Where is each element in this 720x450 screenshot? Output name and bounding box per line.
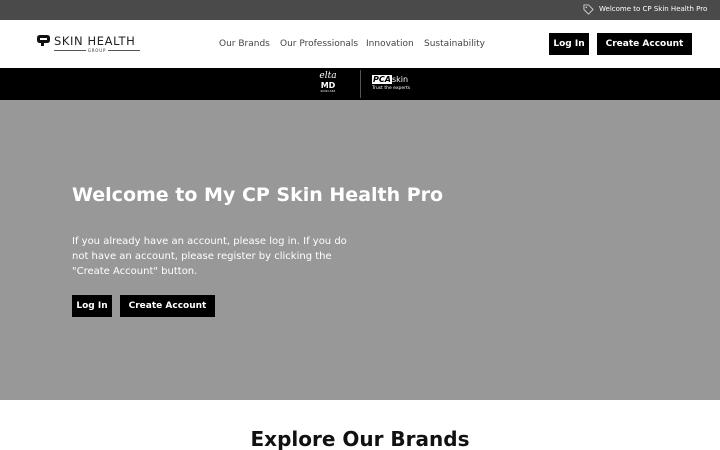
- explore-brands-heading: Explore Our Brands: [250, 427, 470, 450]
- logo-mark-icon: [37, 35, 50, 46]
- pca-skin-word: skin: [391, 75, 409, 84]
- brand-divider: [360, 70, 361, 98]
- nav-sustainability[interactable]: Sustainability: [424, 39, 485, 49]
- pca-skin-logo[interactable]: PCAskin Trust the experts: [372, 75, 416, 95]
- eltamd-logo-top: elta: [319, 71, 337, 81]
- top-announcement-bar: Welcome to CP Skin Health Pro: [0, 0, 720, 20]
- eltamd-logo[interactable]: elta MD SKINCARE: [316, 72, 340, 96]
- nav-our-professionals[interactable]: Our Professionals: [280, 39, 358, 49]
- brand-logo-bar: elta MD SKINCARE PCAskin Trust the exper…: [0, 68, 720, 100]
- skin-health-group-logo[interactable]: SKIN HEALTH GROUP: [36, 34, 146, 56]
- logo-text: SKIN HEALTH: [54, 34, 136, 48]
- header-create-account-button[interactable]: Create Account: [597, 33, 692, 55]
- welcome-text: Welcome to CP Skin Health Pro: [599, 5, 708, 13]
- site-header: SKIN HEALTH GROUP Our Brands Our Profess…: [0, 20, 720, 68]
- hero-create-account-button[interactable]: Create Account: [120, 295, 215, 317]
- hero-description: If you already have an account, please l…: [72, 236, 347, 277]
- pca-tagline: Trust the experts: [372, 86, 411, 91]
- tag-icon: [583, 4, 594, 15]
- nav-innovation[interactable]: Innovation: [366, 39, 414, 49]
- pca-skin-wordmark: PCAskin: [372, 75, 416, 85]
- eltamd-logo-md: MD: [320, 81, 336, 90]
- pca-box-text: PCA: [372, 75, 392, 84]
- hero-title: Welcome to My CP Skin Health Pro: [72, 184, 444, 206]
- hero-login-button[interactable]: Log In: [72, 295, 112, 317]
- logo-subtext: GROUP: [54, 48, 140, 53]
- eltamd-logo-sub: SKINCARE: [320, 90, 336, 93]
- nav-our-brands[interactable]: Our Brands: [219, 39, 270, 49]
- header-login-button[interactable]: Log In: [549, 33, 589, 55]
- hero-section: Welcome to My CP Skin Health Pro If you …: [0, 100, 720, 400]
